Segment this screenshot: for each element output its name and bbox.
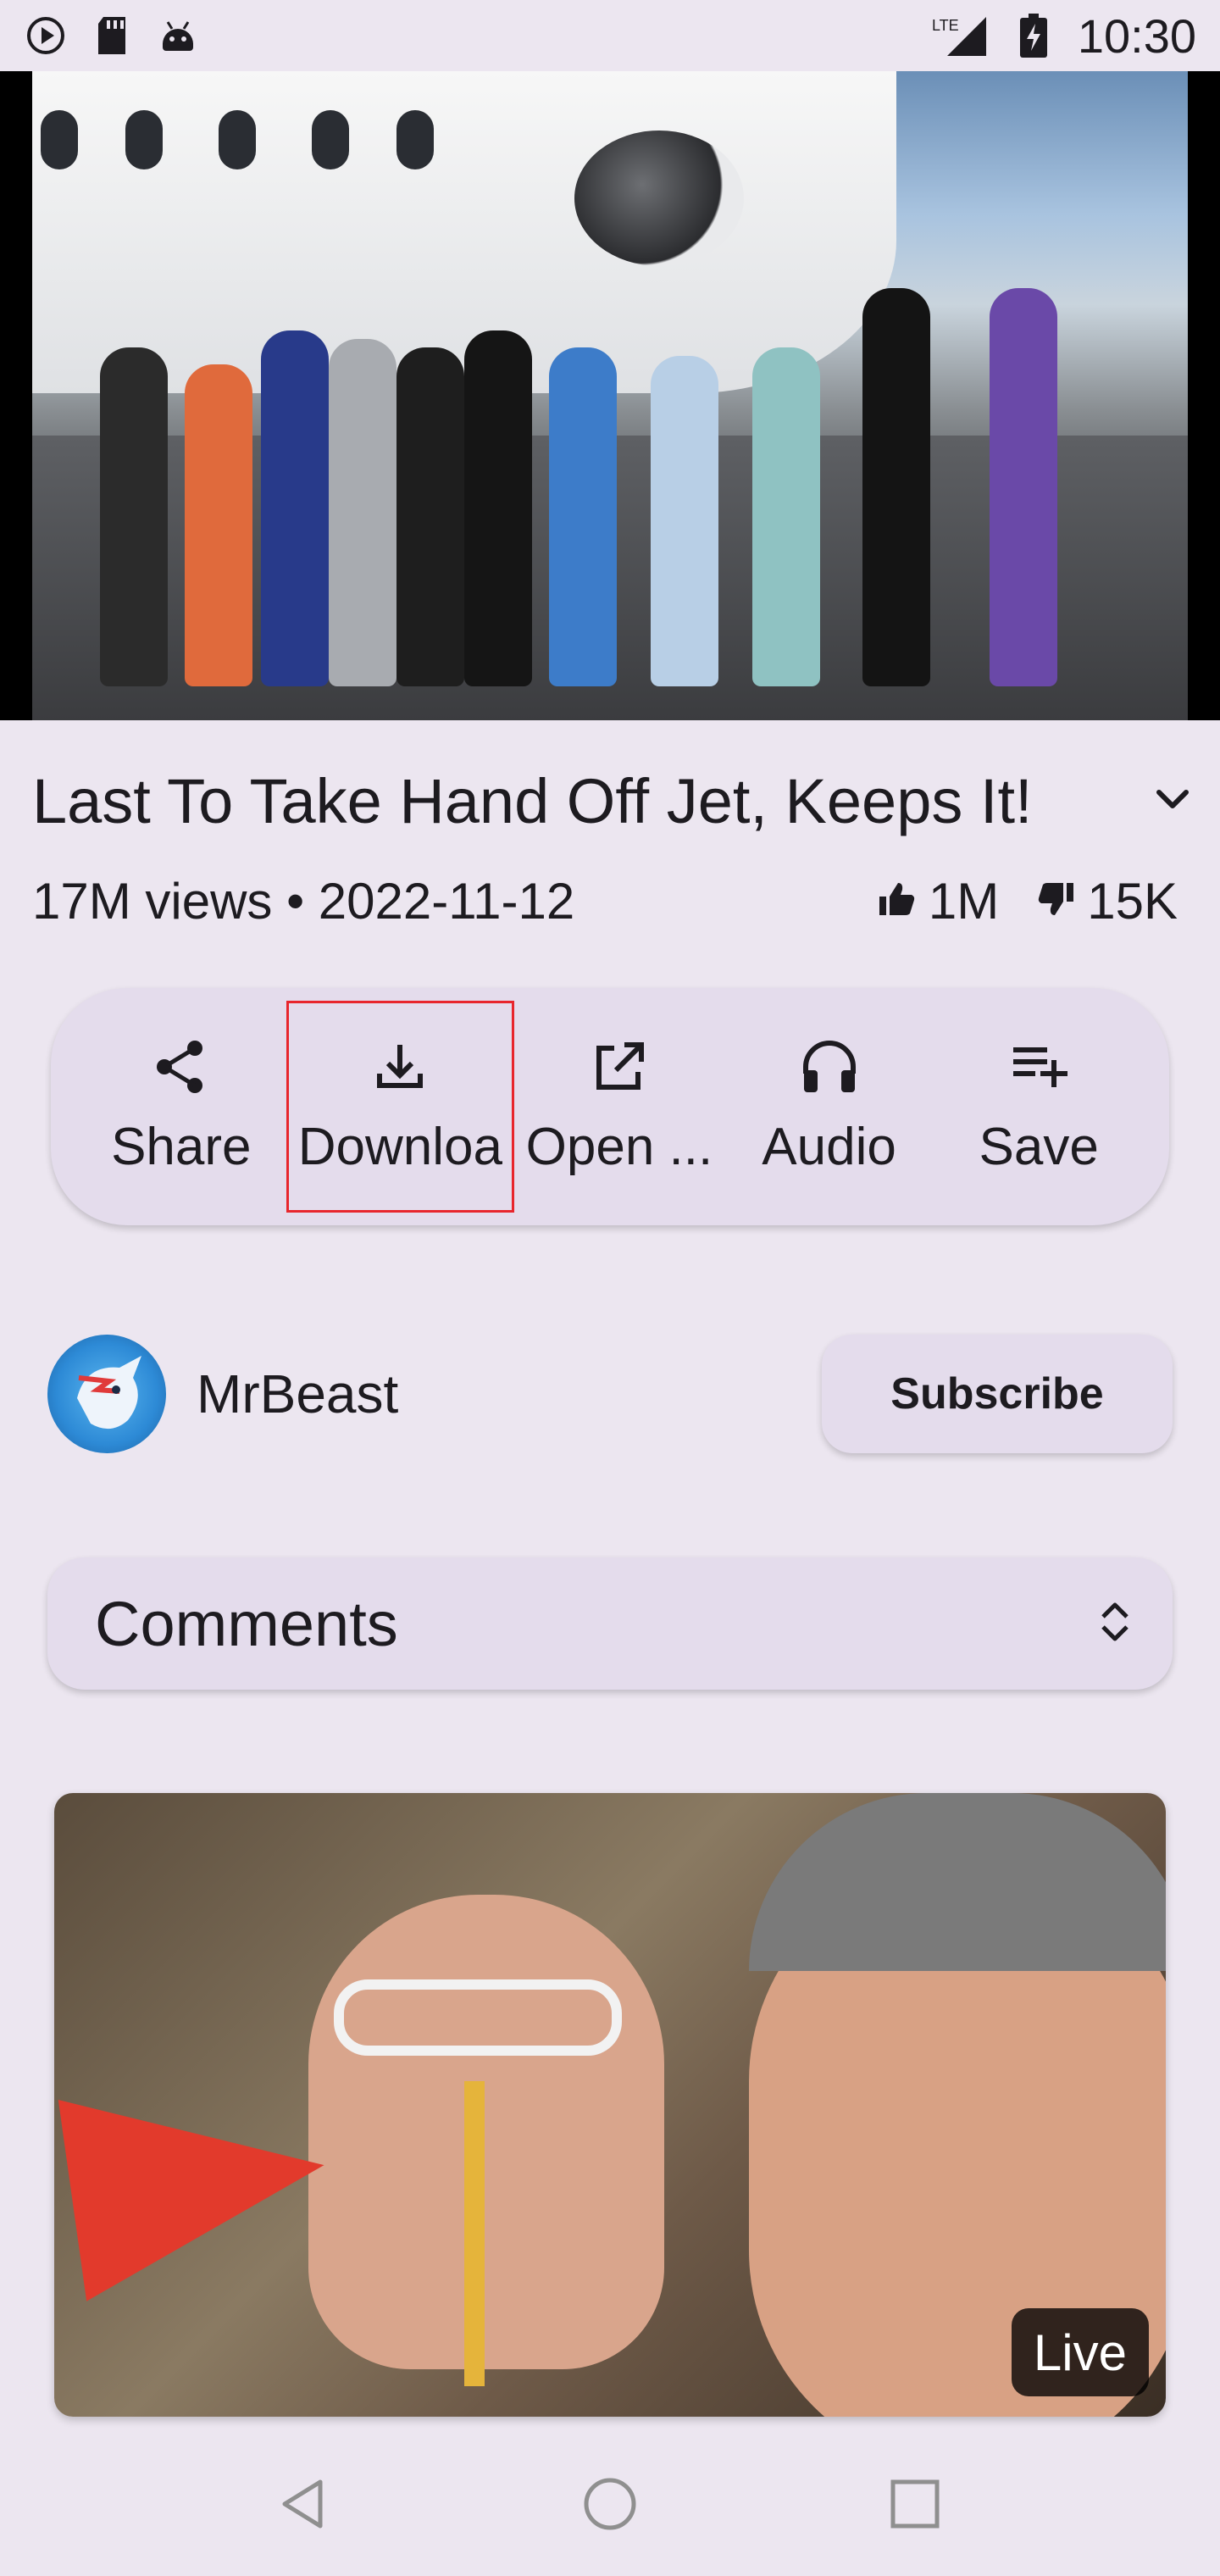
play-circle-icon	[24, 14, 68, 58]
thumbs-down-icon	[1036, 872, 1075, 930]
channel-name[interactable]: MrBeast	[197, 1363, 398, 1425]
jet-window	[41, 110, 78, 169]
video-thumbnail	[32, 71, 1188, 720]
video-player[interactable]	[0, 71, 1220, 720]
person	[752, 347, 820, 686]
clock: 10:30	[1077, 8, 1196, 63]
comments-label: Comments	[95, 1588, 398, 1659]
like-count: 1M	[878, 872, 999, 930]
network-type-label: LTE	[932, 17, 959, 34]
jet-window	[125, 110, 163, 169]
save-button[interactable]: Save	[934, 1001, 1144, 1213]
share-label: Share	[111, 1118, 252, 1176]
open-in-browser-button[interactable]: Open ...	[514, 1001, 724, 1213]
jet-window	[396, 110, 434, 169]
jet-shape	[32, 71, 896, 393]
share-button[interactable]: Share	[76, 1001, 286, 1213]
chevron-down-icon[interactable]	[1152, 779, 1193, 824]
jet-engine	[574, 130, 744, 266]
sd-card-icon	[90, 14, 134, 58]
signal-icon: LTE	[930, 14, 990, 58]
thumbs-up-icon	[878, 872, 917, 930]
jet-window	[219, 110, 256, 169]
battery-icon	[1012, 14, 1056, 58]
jet-window	[312, 110, 349, 169]
home-button[interactable]	[572, 2466, 648, 2542]
recents-button[interactable]	[877, 2466, 953, 2542]
like-count-text: 1M	[928, 872, 1000, 930]
action-bar: Share Downloa Open ... Audio Save	[51, 988, 1169, 1225]
download-button[interactable]: Downloa	[286, 1001, 515, 1213]
android-icon	[156, 14, 200, 58]
channel-row: MrBeast Subscribe	[47, 1330, 1173, 1457]
person	[549, 347, 617, 686]
system-nav-bar	[0, 2432, 1220, 2576]
download-label: Downloa	[297, 1118, 502, 1176]
open-label: Open ...	[525, 1118, 713, 1176]
avatar[interactable]	[47, 1335, 166, 1453]
person	[261, 330, 329, 686]
save-label: Save	[979, 1118, 1099, 1176]
unfold-icon	[1095, 1598, 1135, 1650]
back-button[interactable]	[267, 2466, 343, 2542]
channel-info[interactable]: MrBeast	[47, 1335, 398, 1453]
playlist-add-icon	[1008, 1036, 1069, 1102]
share-icon	[151, 1036, 212, 1102]
thumbnail-pencil	[464, 2081, 485, 2386]
video-meta-row: 17M views • 2022-11-12 1M 15K	[32, 863, 1178, 939]
person	[396, 347, 464, 686]
open-external-icon	[589, 1036, 650, 1102]
dislike-count-text: 15K	[1087, 872, 1178, 930]
video-title: Last To Take Hand Off Jet, Keeps It!	[32, 765, 1033, 836]
person	[185, 364, 252, 686]
person	[329, 339, 396, 686]
audio-button[interactable]: Audio	[724, 1001, 934, 1213]
thumbnail-arrow	[58, 2064, 339, 2301]
person	[651, 356, 718, 686]
person	[100, 347, 168, 686]
comments-dropdown[interactable]: Comments	[47, 1557, 1173, 1690]
dislike-count: 15K	[1036, 872, 1178, 930]
person	[862, 288, 930, 686]
status-bar-left	[24, 14, 200, 58]
audio-label: Audio	[762, 1118, 896, 1176]
thumbnail-face	[308, 1895, 664, 2369]
video-title-row[interactable]: Last To Take Hand Off Jet, Keeps It!	[32, 754, 1193, 847]
person	[464, 330, 532, 686]
thumbnail-glasses	[334, 1979, 622, 2056]
subscribe-button[interactable]: Subscribe	[822, 1335, 1173, 1453]
related-video-thumbnail[interactable]: Live	[54, 1793, 1166, 2417]
status-bar: LTE 10:30	[0, 0, 1220, 71]
headphones-icon	[799, 1036, 860, 1102]
download-icon	[369, 1036, 430, 1102]
thumbnail-cap	[749, 1793, 1166, 1971]
status-bar-right: LTE 10:30	[930, 8, 1196, 64]
live-badge: Live	[1011, 2308, 1149, 2396]
views-and-date: 17M views • 2022-11-12	[32, 872, 575, 930]
person	[990, 288, 1057, 686]
votes: 1M 15K	[878, 872, 1178, 930]
